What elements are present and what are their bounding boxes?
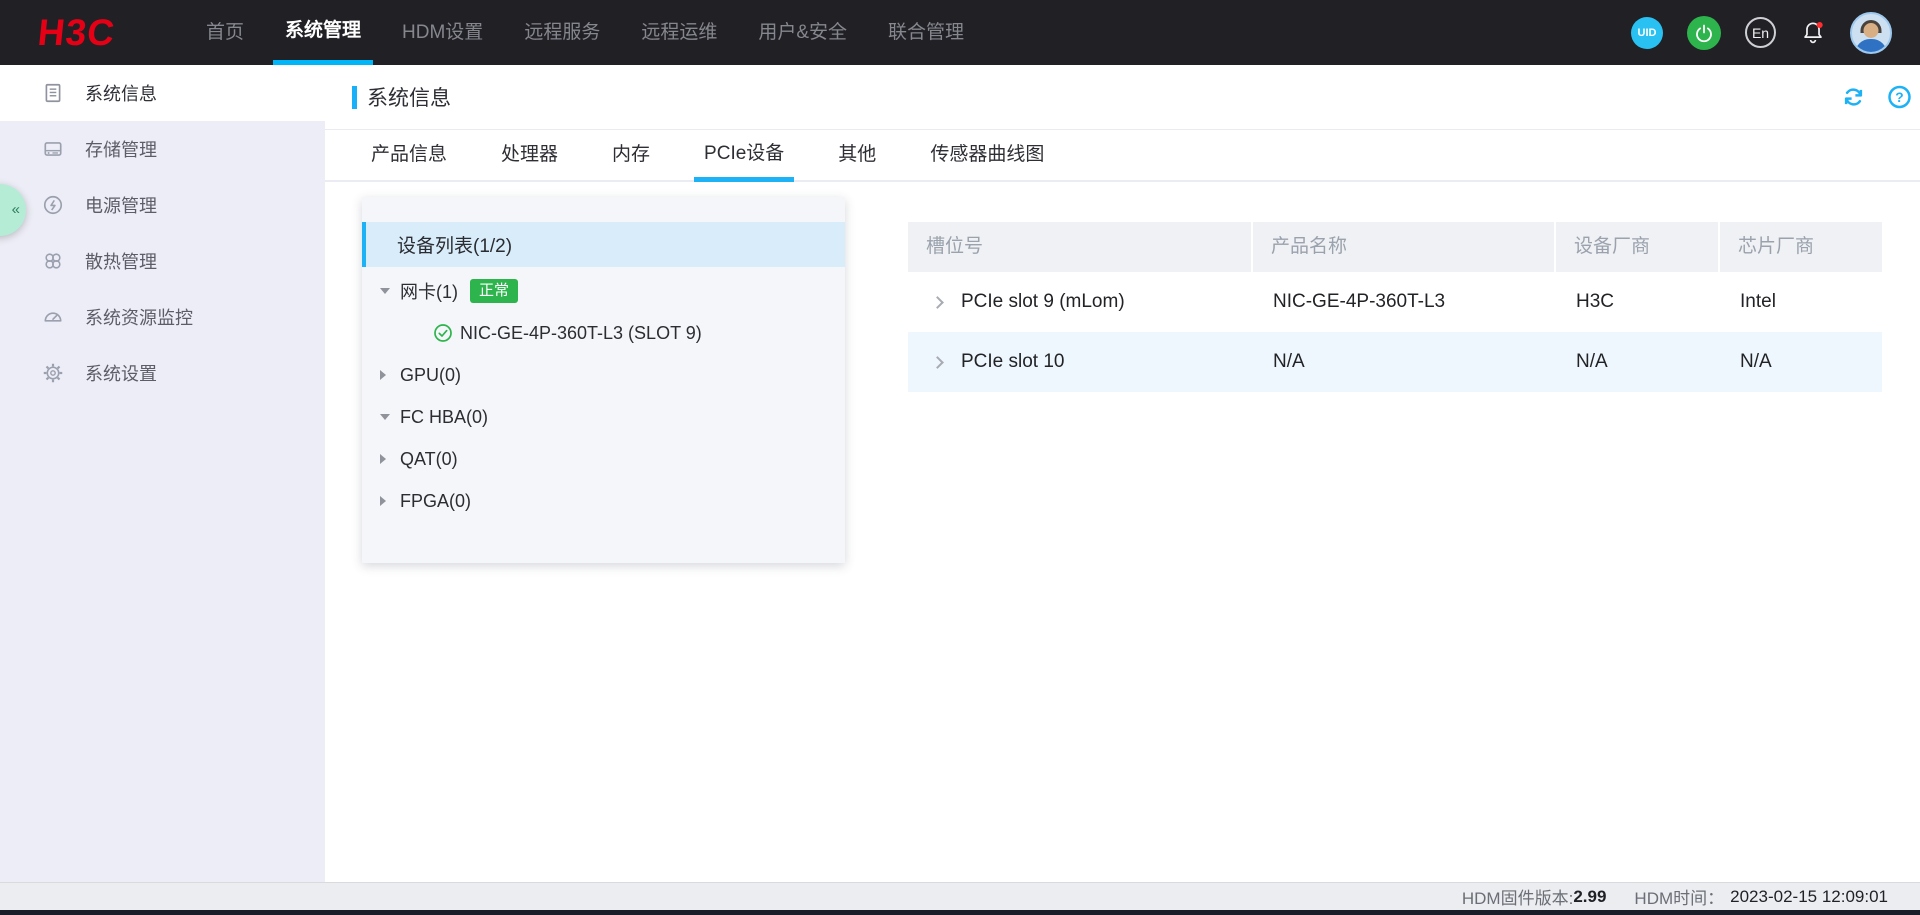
table-row[interactable]: PCIe slot 9 (mLom) NIC-GE-4P-360T-L3 H3C… <box>908 272 1882 332</box>
hdm-time-label: HDM时间： <box>1634 889 1725 908</box>
tab-product-info[interactable]: 产品信息 <box>361 130 457 182</box>
tree-item-fpga[interactable]: FPGA(0) <box>362 480 845 522</box>
tab-processor[interactable]: 处理器 <box>491 130 568 182</box>
sidebar-item-label: 电源管理 <box>85 196 157 216</box>
page-header: 系统信息 ? <box>325 65 1920 130</box>
gear-icon <box>43 363 63 383</box>
expand-arrow-right-icon[interactable] <box>380 454 386 464</box>
device-list-title: 设备列表(1/2) <box>397 236 513 257</box>
tree-item-fc-hba[interactable]: FC HBA(0) <box>362 396 845 438</box>
uid-led-button[interactable]: UID <box>1631 16 1663 49</box>
nav-item-home[interactable]: 首页 <box>194 0 256 65</box>
sidebar-item-power[interactable]: 电源管理 <box>0 177 325 233</box>
column-header-product: 产品名称 <box>1253 222 1554 272</box>
firmware-version-label: HDM固件版本: <box>1461 889 1574 908</box>
column-header-chip: 芯片厂商 <box>1720 222 1882 272</box>
h3c-logo: H3C <box>35 11 118 53</box>
firmware-version-value: 2.99 <box>1573 886 1607 906</box>
tab-others[interactable]: 其他 <box>828 130 886 182</box>
refresh-icon[interactable] <box>1841 85 1866 110</box>
main-menu: 首页 系统管理 HDM设置 远程服务 远程运维 用户&安全 联合管理 <box>194 0 976 65</box>
sidebar-item-resource-monitor[interactable]: 系统资源监控 <box>0 289 325 345</box>
device-tree: 网卡(1) 正常 NIC-GE-4P-360T-L3 (SLOT 9) GPU(… <box>362 267 845 522</box>
power-icon <box>1696 24 1712 42</box>
expand-arrow-down-icon[interactable] <box>380 288 390 294</box>
sidebar-item-label: 系统信息 <box>85 84 157 104</box>
sidebar-item-label: 存储管理 <box>85 140 157 160</box>
tree-item-qat[interactable]: QAT(0) <box>362 438 845 480</box>
cell-product: NIC-GE-4P-360T-L3 <box>1273 291 1446 312</box>
nav-item-hdm-settings[interactable]: HDM设置 <box>390 0 495 65</box>
nav-item-remote-services[interactable]: 远程服务 <box>512 0 612 65</box>
svg-text:?: ? <box>1895 90 1903 105</box>
cell-product: N/A <box>1273 351 1305 372</box>
fan-icon <box>45 253 61 269</box>
gauge-icon <box>44 312 62 322</box>
power-circle-icon <box>43 195 63 215</box>
top-navbar: H3C 首页 系统管理 HDM设置 远程服务 远程运维 用户&安全 联合管理 U… <box>0 0 1920 65</box>
table-header-row: 槽位号 产品名称 设备厂商 芯片厂商 <box>908 222 1882 272</box>
main-content: 系统信息 ? 产品信息 处理器 内存 PCIe设备 其他 传感器曲线图 设备列表… <box>325 65 1920 882</box>
hdm-app: H3C 首页 系统管理 HDM设置 远程服务 远程运维 用户&安全 联合管理 U… <box>0 0 1920 915</box>
tree-item-gpu[interactable]: GPU(0) <box>362 354 845 396</box>
user-avatar[interactable] <box>1850 11 1892 54</box>
status-bar: HDM固件版本: 2.99 HDM时间： 2023-02-15 12:09:01 <box>0 882 1920 910</box>
sidebar-item-thermal[interactable]: 散热管理 <box>0 233 325 289</box>
storage-icon <box>44 142 62 156</box>
cell-vendor: H3C <box>1576 291 1615 312</box>
table-row[interactable]: PCIe slot 10 N/A N/A N/A <box>908 332 1882 392</box>
tab-pcie-devices[interactable]: PCIe设备 <box>694 130 795 182</box>
bell-icon <box>1804 21 1823 43</box>
expand-arrow-right-icon[interactable] <box>380 496 386 506</box>
cell-slot: PCIe slot 10 <box>961 351 1065 372</box>
status-badge-normal: 正常 <box>470 279 519 303</box>
language-toggle-button[interactable]: En <box>1745 17 1776 48</box>
page-header-actions: ? <box>1841 85 1912 110</box>
title-accent-bar <box>352 86 357 109</box>
nav-item-remote-ops[interactable]: 远程运维 <box>629 0 729 65</box>
row-expand-chevron-icon[interactable] <box>931 295 944 309</box>
cell-chip: Intel <box>1740 291 1776 312</box>
cell-slot: PCIe slot 9 (mLom) <box>961 291 1125 312</box>
pcie-table: 槽位号 产品名称 设备厂商 芯片厂商 PCIe slot 9 (mLom) NI… <box>908 222 1882 392</box>
expand-arrow-down-icon[interactable] <box>380 414 390 420</box>
sidebar-item-label: 系统设置 <box>85 364 157 384</box>
selected-accent-bar <box>362 222 366 267</box>
sidebar-item-system-settings[interactable]: 系统设置 <box>0 345 325 401</box>
document-icon <box>45 83 61 103</box>
sidebar-item-storage[interactable]: 存储管理 <box>0 121 325 177</box>
device-list-panel: 设备列表(1/2) 网卡(1) 正常 NIC-GE-4P-360T-L3 (SL… <box>362 197 845 563</box>
notification-dot <box>1816 21 1823 28</box>
column-header-slot: 槽位号 <box>908 222 1251 272</box>
nav-item-federated-management[interactable]: 联合管理 <box>876 0 976 65</box>
sidebar-item-system-info[interactable]: 系统信息 <box>0 65 325 121</box>
bottom-dark-strip <box>0 910 1920 915</box>
tree-item-nic-child[interactable]: NIC-GE-4P-360T-L3 (SLOT 9) <box>362 312 845 354</box>
navbar-actions: UID En <box>1631 0 1892 65</box>
nav-item-system-management[interactable]: 系统管理 <box>273 0 374 65</box>
page-title: 系统信息 <box>367 87 451 110</box>
notification-bell-button[interactable] <box>1800 19 1826 47</box>
column-header-vendor: 设备厂商 <box>1556 222 1718 272</box>
row-expand-chevron-icon[interactable] <box>931 355 944 369</box>
power-button[interactable] <box>1687 15 1721 50</box>
cell-chip: N/A <box>1740 351 1772 372</box>
tab-bar: 产品信息 处理器 内存 PCIe设备 其他 传感器曲线图 <box>325 130 1920 182</box>
tree-item-nic[interactable]: 网卡(1) 正常 <box>362 270 845 312</box>
device-list-header[interactable]: 设备列表(1/2) <box>362 222 845 267</box>
check-circle-icon <box>434 324 452 342</box>
hdm-time-value: 2023-02-15 12:09:01 <box>1730 886 1888 906</box>
sidebar: 系统信息 存储管理 电源管理 散热管理 系统资源监控 系统设置 « <box>0 65 325 882</box>
tab-sensor-curves[interactable]: 传感器曲线图 <box>920 130 1054 182</box>
sidebar-item-label: 系统资源监控 <box>85 308 193 328</box>
help-icon[interactable]: ? <box>1887 85 1912 110</box>
expand-arrow-right-icon[interactable] <box>380 370 386 380</box>
nav-item-user-security[interactable]: 用户&安全 <box>746 0 859 65</box>
cell-vendor: N/A <box>1576 351 1608 372</box>
collapse-arrows-icon: « <box>11 200 20 218</box>
sidebar-item-label: 散热管理 <box>85 252 157 272</box>
tab-memory[interactable]: 内存 <box>602 130 660 182</box>
